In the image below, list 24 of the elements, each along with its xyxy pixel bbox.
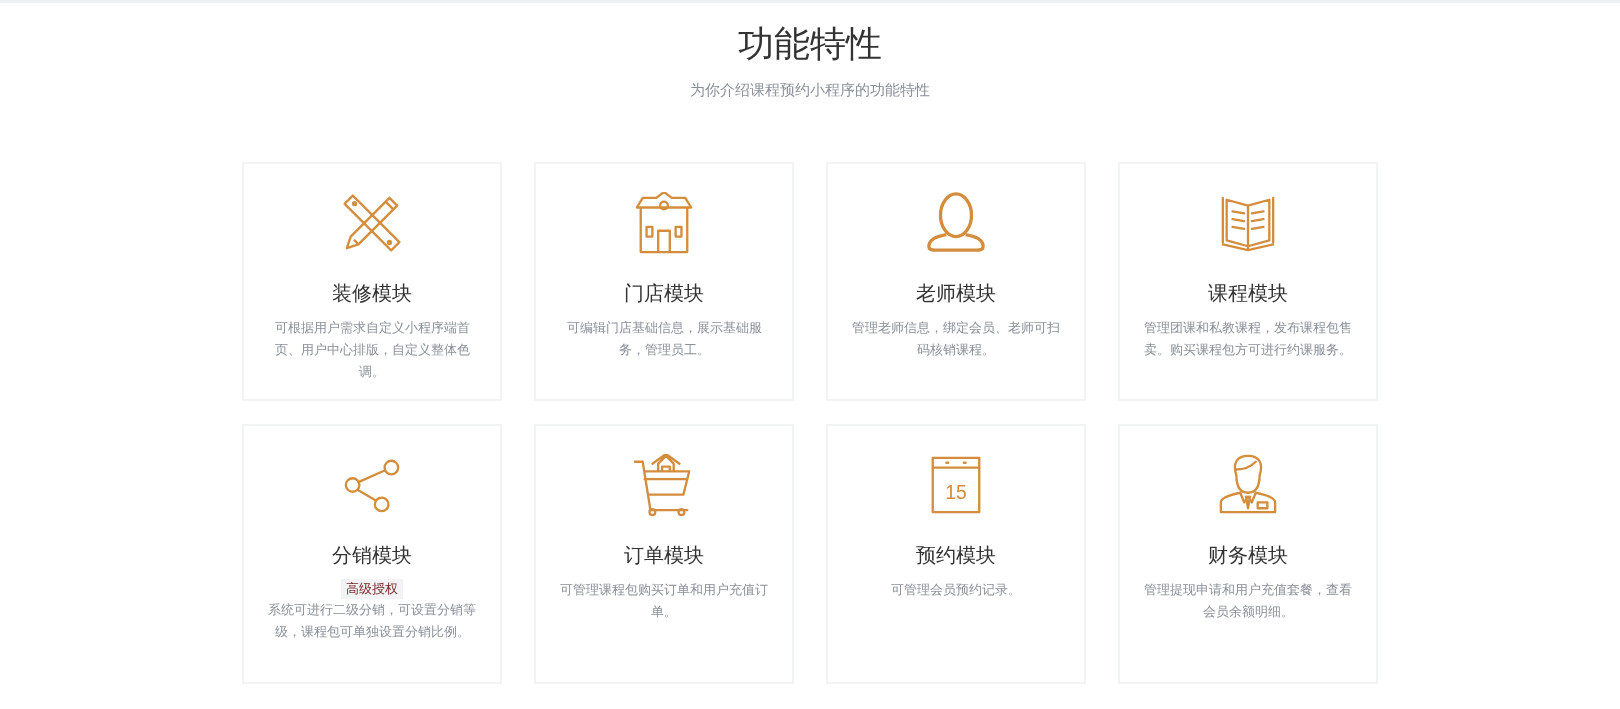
feature-title: 装修模块	[332, 280, 412, 307]
feature-title: 财务模块	[1208, 542, 1288, 569]
feature-title: 分销模块	[332, 542, 412, 569]
feature-description: 管理老师信息，绑定会员、老师可扫码核销课程。	[851, 319, 1061, 359]
feature-title: 课程模块	[1208, 280, 1288, 307]
feature-title: 老师模块	[916, 280, 996, 307]
calendar-date: 15	[945, 480, 967, 503]
section-subtitle: 为你介绍课程预约小程序的功能特性	[690, 81, 930, 100]
license-badge: 高级授权	[341, 579, 403, 599]
tools-icon	[341, 192, 403, 254]
feature-title: 门店模块	[624, 280, 704, 307]
feature-description: 系统可进行二级分销，可设置分销等级，课程包可单独设置分销比例。	[267, 601, 477, 641]
feature-description: 管理团课和私教课程，发布课程包售卖。购买课程包方可进行约课服务。	[1143, 319, 1353, 359]
feature-description: 可编辑门店基础信息，展示基础服务，管理员工。	[565, 319, 763, 359]
feature-description: 可管理课程包购买订单和用户充值订单。	[559, 581, 769, 621]
feature-title: 预约模块	[916, 542, 996, 569]
section-title: 功能特性	[738, 22, 882, 66]
feature-description: 可根据用户需求自定义小程序端首页、用户中心排版，自定义整体色调。	[273, 319, 471, 381]
person-icon	[925, 192, 987, 254]
feature-description: 可管理会员预约记录。	[891, 581, 1021, 599]
house-icon	[633, 192, 695, 254]
feature-description: 管理提现申请和用户充值套餐，查看会员余额明细。	[1143, 581, 1353, 621]
man-icon	[1217, 454, 1279, 516]
feature-title: 订单模块	[624, 542, 704, 569]
